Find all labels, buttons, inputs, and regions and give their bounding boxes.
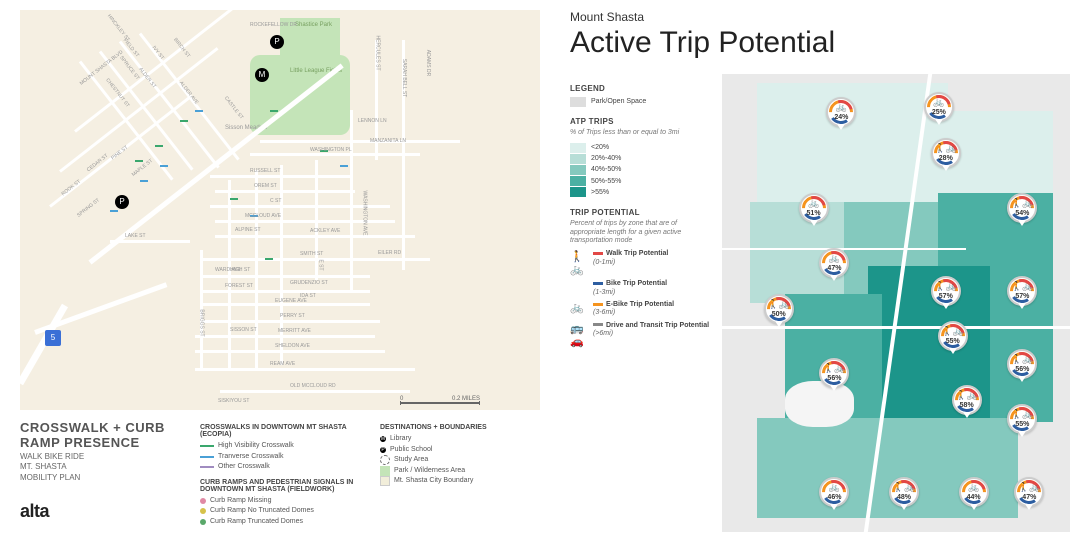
atp-pin: 🚶🚲 57%	[1007, 276, 1039, 308]
atp-pin: 🚲 44%	[959, 477, 991, 509]
atp-pin: 🚲 51%	[799, 193, 831, 225]
library-marker: M	[255, 68, 269, 82]
atp-pin: 🚲 24%	[826, 97, 858, 129]
atp-bin-row: 40%-50%	[570, 164, 710, 175]
atp-pin: 🚶🚲 54%	[1007, 193, 1039, 225]
atp-pin: 🚲 47%	[819, 248, 851, 280]
school-marker: P	[115, 195, 129, 209]
atp-pin: 🚶🚲 56%	[819, 358, 851, 390]
atp-legend: LEGEND Park/Open Space ATP TRIPS % of Tr…	[570, 74, 710, 532]
atp-pin: 🚶🚲 50%	[764, 294, 796, 326]
legend-row: Curb Ramp No Truncated Domes	[200, 506, 360, 517]
highway-shield: 5	[45, 330, 61, 346]
atp-pin: 🚲 25%	[924, 92, 956, 124]
atp-bin-row: 50%-55%	[570, 176, 710, 187]
atp-bin-row: >55%	[570, 187, 710, 198]
scale-bar: 00.2 MILES	[400, 396, 480, 404]
map-title: CROSSWALK + CURB RAMP PRESENCE	[20, 420, 180, 450]
legend-row: Curb Ramp Missing	[200, 496, 360, 507]
atp-subtitle: Mount Shasta	[570, 10, 1070, 24]
atp-pin: 🚶🚲 47%	[1014, 477, 1046, 509]
atp-title: Active Trip Potential	[570, 26, 1070, 60]
school-marker: P	[270, 35, 284, 49]
legend-row: Curb Ramp Truncated Domes	[200, 517, 360, 528]
tp-mode-row: 🚌🚗Drive and Transit Trip Potential(>6mi)	[570, 322, 710, 348]
atp-pin: 🚶🚲 28%	[931, 138, 963, 170]
left-legend: CROSSWALK + CURB RAMP PRESENCE WALK BIKE…	[20, 420, 540, 527]
tp-mode-row: Bike Trip Potential(1-3mi)	[570, 280, 710, 297]
left-map-panel: Little League Fields Shastice Park Sisso…	[20, 10, 540, 532]
atp-pin: 🚶🚲 55%	[938, 321, 970, 353]
legend-row: Tranverse Crosswalk	[200, 452, 360, 463]
atp-pin: 🚶🚲 58%	[952, 385, 984, 417]
map-subtitle: WALK BIKE RIDE MT. SHASTA MOBILITY PLAN	[20, 452, 180, 483]
atp-pin: 🚶🚲 48%	[889, 477, 921, 509]
tp-mode-row: 🚶🚲Walk Trip Potential(0-1mi)	[570, 250, 710, 276]
crosswalk-map: Little League Fields Shastice Park Sisso…	[20, 10, 540, 410]
tp-mode-row: 🚲E-Bike Trip Potential(3-6mi)	[570, 301, 710, 318]
legend-row: High Visibility Crosswalk	[200, 441, 360, 452]
atp-bin-row: 20%-40%	[570, 153, 710, 164]
alta-logo: alta	[20, 501, 180, 522]
legend-row: Other Crosswalk	[200, 462, 360, 473]
atp-bin-row: <20%	[570, 142, 710, 153]
right-map-panel: Mount Shasta Active Trip Potential LEGEN…	[570, 10, 1070, 532]
atp-pin: 🚲 46%	[819, 477, 851, 509]
park-label: Shastice Park	[295, 22, 332, 28]
atp-pin: 🚶🚲 57%	[931, 276, 963, 308]
atp-pin: 🚶🚲 55%	[1007, 404, 1039, 436]
atp-pin: 🚶🚲 56%	[1007, 349, 1039, 381]
atp-map: 🚲 24% 🚲 25% 🚶🚲 28% 🚲 51% 🚶🚲 54% 🚲 47% 🚶🚲…	[722, 74, 1070, 532]
